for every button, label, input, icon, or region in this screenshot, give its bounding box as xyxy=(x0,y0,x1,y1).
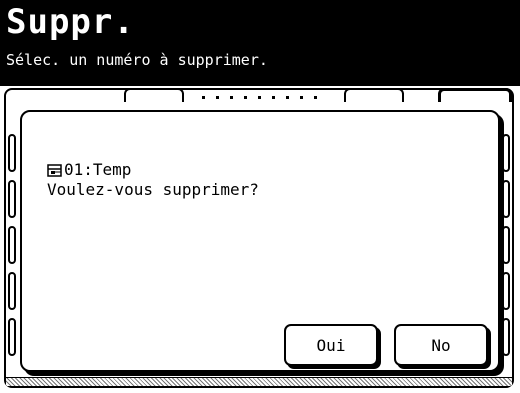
side-tab xyxy=(8,180,16,218)
side-tab xyxy=(502,134,510,172)
background-side-tabs-left xyxy=(8,134,16,364)
background-tab xyxy=(438,88,512,102)
background-bottom-strip xyxy=(6,377,512,386)
page-subtitle: Sélec. un numéro à supprimer. xyxy=(6,51,268,69)
confirm-delete-dialog: 01:Temp Voulez-vous supprimer? Oui No xyxy=(20,110,500,372)
dialog-item-line: 01:Temp xyxy=(47,160,131,180)
side-tab xyxy=(502,180,510,218)
side-tab xyxy=(8,134,16,172)
mailbox-icon xyxy=(47,163,63,177)
dialog-message: Voulez-vous supprimer? xyxy=(47,180,259,199)
background-tab xyxy=(344,88,404,102)
side-tab xyxy=(8,226,16,264)
side-tab xyxy=(8,318,16,356)
header-bar: Suppr. Sélec. un numéro à supprimer. xyxy=(0,0,520,86)
background-tab xyxy=(124,88,184,102)
side-tab xyxy=(502,226,510,264)
no-button[interactable]: No xyxy=(394,324,488,366)
side-tab xyxy=(8,272,16,310)
side-tab xyxy=(502,318,510,356)
dialog-item-label: 01:Temp xyxy=(64,160,132,179)
side-tab xyxy=(502,272,510,310)
background-dots xyxy=(202,96,322,99)
background-side-tabs-right xyxy=(502,134,510,364)
page-title: Suppr. xyxy=(6,2,135,42)
yes-button[interactable]: Oui xyxy=(284,324,378,366)
